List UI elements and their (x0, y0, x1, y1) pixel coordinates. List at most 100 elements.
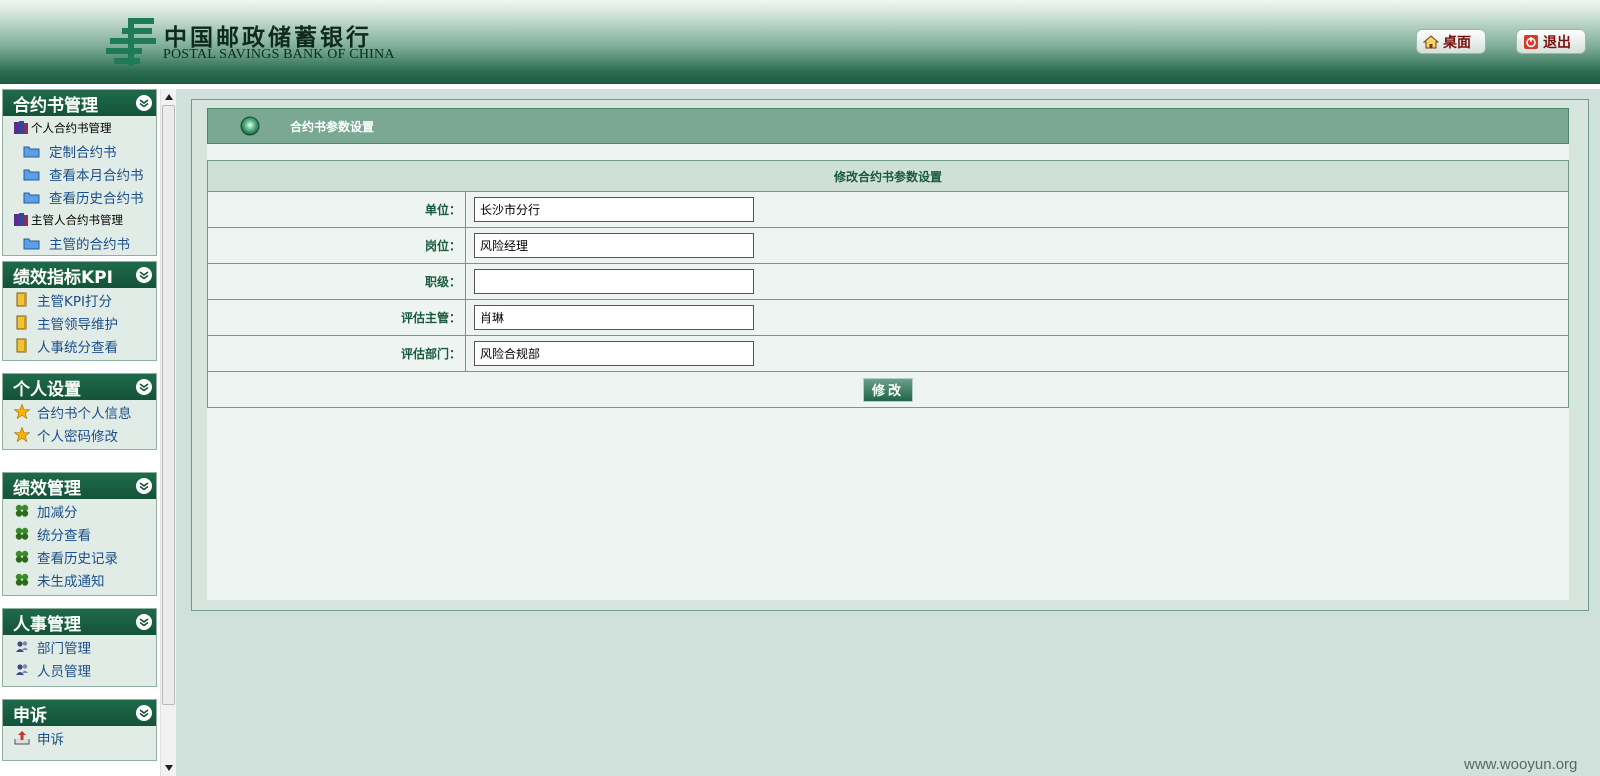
form-row-department: 评估部门： (207, 335, 1569, 372)
logout-button[interactable]: 退出 (1516, 29, 1586, 54)
collapse-toggle[interactable] (136, 614, 152, 630)
modify-button[interactable]: 修改 (863, 377, 913, 402)
form-row-position: 岗位： (207, 227, 1569, 264)
sidebar-item-history-records[interactable]: 查看历史记录 (3, 545, 156, 568)
sidebar-section-title: 个人设置 (13, 379, 81, 400)
sidebar-item-score-view[interactable]: 统分查看 (3, 522, 156, 545)
collapse-toggle[interactable] (136, 95, 152, 111)
desktop-button-label: 桌面 (1443, 34, 1471, 51)
sidebar-item-contract-personal-info[interactable]: 合约书个人信息 (3, 400, 156, 423)
sidebar-section-header: 个人设置 (3, 374, 156, 400)
sidebar: 合约书管理 个人合约书管理 定制合约书 查看本月合约书 查看历史合约书 主管人合… (0, 89, 160, 776)
folder-icon (23, 143, 41, 159)
app-header: 中国邮政储蓄银行 POSTAL SAVINGS BANK OF CHINA 桌面… (0, 0, 1600, 84)
sidebar-scrollbar[interactable] (160, 89, 176, 776)
header-divider (0, 84, 1600, 89)
sidebar-group-supervisor-contract[interactable]: 主管人合约书管理 (3, 208, 156, 231)
sidebar-item-label: 主管KPI打分 (37, 293, 112, 310)
sidebar-item-leader-maintain[interactable]: 主管领导维护 (3, 311, 156, 334)
sidebar-section-title: 绩效指标KPI (13, 267, 113, 288)
sidebar-section-header: 绩效管理 (3, 473, 156, 499)
department-input[interactable] (474, 341, 754, 366)
sidebar-section-kpi: 绩效指标KPI 主管KPI打分 主管领导维护 人事统分查看 (2, 261, 157, 361)
supervisor-input[interactable] (474, 305, 754, 330)
sidebar-item-label: 查看历史合约书 (49, 190, 144, 207)
sidebar-item-add-subtract-score[interactable]: 加减分 (3, 499, 156, 522)
chevron-down-icon (139, 709, 149, 718)
sidebar-section-header: 人事管理 (3, 609, 156, 635)
books-icon (13, 212, 29, 228)
sidebar-item-kpi-score[interactable]: 主管KPI打分 (3, 288, 156, 311)
book-icon (13, 315, 31, 331)
sidebar-group-label: 个人合约书管理 (31, 120, 112, 135)
postal-logo-icon (106, 18, 156, 66)
clover-icon (13, 549, 31, 565)
sidebar-item-supervisor-contract[interactable]: 主管的合约书 (3, 231, 156, 254)
sidebar-section-title: 绩效管理 (13, 478, 81, 499)
arrow-up-icon (165, 94, 173, 100)
scroll-up-arrow[interactable] (161, 89, 177, 105)
sidebar-item-department[interactable]: 部门管理 (3, 635, 156, 658)
sidebar-item-label: 申诉 (37, 731, 64, 748)
sidebar-section-contract: 合约书管理 个人合约书管理 定制合约书 查看本月合约书 查看历史合约书 主管人合… (2, 89, 157, 256)
sidebar-item-label: 定制合约书 (49, 144, 117, 161)
book-icon (13, 292, 31, 308)
sidebar-item-history-contract[interactable]: 查看历史合约书 (3, 185, 156, 208)
sidebar-section-performance: 绩效管理 加减分 统分查看 查看历史记录 未生成通知 (2, 472, 157, 596)
star-icon (13, 404, 31, 420)
form-row-rank: 职级： (207, 263, 1569, 300)
books-icon (13, 120, 29, 136)
sidebar-item-label: 查看历史记录 (37, 550, 118, 567)
collapse-toggle[interactable] (136, 478, 152, 494)
folder-icon (23, 189, 41, 205)
scroll-down-arrow[interactable] (161, 760, 177, 776)
form-row-unit: 单位： (207, 191, 1569, 228)
clover-icon (13, 526, 31, 542)
desktop-button[interactable]: 桌面 (1416, 29, 1486, 54)
chevron-down-icon (139, 482, 149, 491)
collapse-toggle[interactable] (136, 705, 152, 721)
scroll-thumb[interactable] (162, 105, 175, 705)
main-inner: 合约书参数设置 修改合约书参数设置 单位： 岗位： 职级： 评估主管： (207, 108, 1569, 600)
page-title: 合约书参数设置 (290, 119, 375, 134)
sidebar-item-appeal[interactable]: 申诉 (3, 726, 156, 749)
sidebar-item-month-contract[interactable]: 查看本月合约书 (3, 162, 156, 185)
sidebar-group-label: 主管人合约书管理 (31, 212, 123, 227)
watermark: www.wooyun.org (1464, 756, 1578, 773)
sidebar-item-ungenerated-notice[interactable]: 未生成通知 (3, 568, 156, 591)
users-icon (13, 639, 31, 655)
sidebar-section-header: 合约书管理 (3, 90, 156, 116)
unit-input[interactable] (474, 197, 754, 222)
users-icon (13, 662, 31, 678)
sidebar-item-label: 人员管理 (37, 663, 91, 680)
form-title: 修改合约书参数设置 (207, 160, 1569, 192)
sidebar-item-password-change[interactable]: 个人密码修改 (3, 423, 156, 446)
arrow-down-icon (165, 765, 173, 771)
collapse-toggle[interactable] (136, 267, 152, 283)
supervisor-label: 评估主管： (207, 299, 466, 336)
logout-button-label: 退出 (1543, 34, 1571, 51)
brand-name-en: POSTAL SAVINGS BANK OF CHINA (163, 47, 395, 62)
clover-icon (13, 572, 31, 588)
book-icon (13, 338, 31, 354)
folder-icon (23, 235, 41, 251)
sidebar-section-title: 申诉 (13, 705, 47, 726)
settings-form: 修改合约书参数设置 单位： 岗位： 职级： 评估主管： 评估部门： (207, 160, 1569, 408)
clover-icon (13, 503, 31, 519)
main-panel: 合约书参数设置 修改合约书参数设置 单位： 岗位： 职级： 评估主管： (191, 99, 1589, 611)
sidebar-item-custom-contract[interactable]: 定制合约书 (3, 139, 156, 162)
collapse-toggle[interactable] (136, 379, 152, 395)
position-label: 岗位： (207, 227, 466, 264)
sidebar-item-staff[interactable]: 人员管理 (3, 658, 156, 681)
sidebar-item-label: 加减分 (37, 504, 78, 521)
sidebar-section-hr: 人事管理 部门管理 人员管理 (2, 608, 157, 687)
sidebar-section-personal: 个人设置 合约书个人信息 个人密码修改 (2, 373, 157, 450)
position-input[interactable] (474, 233, 754, 258)
sidebar-item-label: 主管领导维护 (37, 316, 118, 333)
rank-input[interactable] (474, 269, 754, 294)
sidebar-item-label: 合约书个人信息 (37, 405, 132, 422)
sidebar-item-label: 部门管理 (37, 640, 91, 657)
sidebar-group-personal-contract[interactable]: 个人合约书管理 (3, 116, 156, 139)
sidebar-item-hr-score[interactable]: 人事统分查看 (3, 334, 156, 357)
sidebar-item-label: 查看本月合约书 (49, 167, 144, 184)
